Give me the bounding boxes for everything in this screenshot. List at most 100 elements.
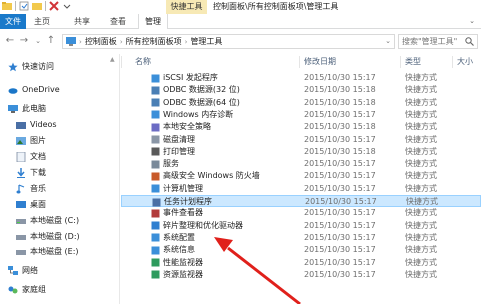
column-header-size[interactable]: 大小: [457, 56, 473, 68]
search-placeholder: 搜索"管理工具": [402, 37, 458, 46]
list-item[interactable]: 磁盘清理 2015/10/30 15:17 快捷方式: [121, 134, 481, 146]
drive-icon: [16, 216, 26, 226]
list-item[interactable]: 本地安全策略 2015/10/30 15:18 快捷方式: [121, 121, 481, 133]
shortcut-icon: [151, 135, 160, 144]
tab-view[interactable]: 查看: [106, 14, 130, 29]
item-date: 2015/10/30 15:17: [304, 257, 376, 267]
item-date: 2015/10/30 15:18: [304, 97, 376, 107]
item-name: ODBC 数据源(64 位): [163, 97, 240, 107]
separator: [15, 1, 16, 11]
item-name: 事件查看器: [163, 208, 203, 218]
item-name-cell: iSCSI 发起程序: [151, 72, 218, 84]
recent-locations-icon[interactable]: ⌄: [32, 35, 44, 47]
list-item[interactable]: 资源监视器 2015/10/30 15:17 快捷方式: [121, 269, 481, 281]
list-item[interactable]: iSCSI 发起程序 2015/10/30 15:17 快捷方式: [121, 72, 481, 84]
column-header-name[interactable]: 名称: [135, 56, 151, 68]
search-input[interactable]: 搜索"管理工具": [398, 34, 478, 49]
list-item[interactable]: 碎片整理和优化驱动器 2015/10/30 15:17 快捷方式: [121, 220, 481, 232]
expand-ribbon-icon[interactable]: ⌄: [469, 17, 475, 25]
item-name: 本地安全策略: [163, 122, 211, 132]
shortcut-icon: [151, 172, 160, 181]
download-icon: [16, 168, 26, 178]
breadcrumb-separator: ›: [119, 37, 123, 46]
title-bar: 快捷工具 控制面板\所有控制面板项\管理工具: [0, 0, 481, 14]
separator: [45, 1, 46, 11]
scroll-up-icon[interactable]: ▲: [110, 56, 115, 63]
computer-icon: [8, 104, 18, 114]
list-item[interactable]: 高级安全 Windows 防火墙 2015/10/30 15:17 快捷方式: [121, 170, 481, 182]
item-type: 快捷方式: [405, 220, 437, 230]
sidebar-item-quick-access[interactable]: 快速访问: [8, 60, 54, 74]
tab-home[interactable]: 主页: [30, 14, 54, 29]
item-date: 2015/10/30 15:17: [305, 197, 377, 206]
item-name: Windows 内存诊断: [163, 109, 234, 119]
list-item[interactable]: 系统配置 2015/10/30 15:17 快捷方式: [121, 232, 481, 244]
item-date: 2015/10/30 15:17: [304, 183, 376, 193]
item-date: 2015/10/30 15:17: [304, 159, 376, 169]
list-item[interactable]: ODBC 数据源(32 位) 2015/10/30 15:18 快捷方式: [121, 84, 481, 96]
column-separator: [452, 56, 453, 68]
breadcrumb-admin-tools[interactable]: 管理工具: [190, 36, 222, 47]
sidebar-item-pictures[interactable]: 图片: [16, 134, 46, 148]
sidebar-item-homegroup[interactable]: 家庭组: [8, 283, 46, 297]
tab-file[interactable]: 文件: [0, 14, 26, 29]
item-name: 碎片整理和优化驱动器: [163, 220, 243, 230]
forward-icon[interactable]: →: [18, 35, 30, 47]
list-item[interactable]: 任务计划程序 2015/10/30 15:17 快捷方式: [121, 195, 481, 207]
item-type: 快捷方式: [405, 269, 437, 279]
sidebar-item-drive-e[interactable]: 本地磁盘 (E:): [16, 245, 79, 259]
item-name-cell: 打印管理: [151, 146, 195, 158]
shortcut-icon: [151, 123, 160, 132]
item-name-cell: 系统信息: [151, 244, 195, 256]
sidebar-item-drive-c[interactable]: 本地磁盘 (C:): [16, 214, 79, 228]
item-date: 2015/10/30 15:17: [304, 232, 376, 242]
list-item[interactable]: 系统信息 2015/10/30 15:17 快捷方式: [121, 244, 481, 256]
column-header-type[interactable]: 类型: [405, 56, 421, 68]
ribbon-tabs: 文件 主页 共享 查看 管理 ⌄: [0, 14, 481, 29]
list-item[interactable]: 服务 2015/10/30 15:17 快捷方式: [121, 158, 481, 170]
sidebar-item-documents[interactable]: 文档: [16, 150, 46, 164]
list-item[interactable]: 事件查看器 2015/10/30 15:17 快捷方式: [121, 207, 481, 219]
address-dropdown-icon[interactable]: ⌄: [385, 37, 391, 45]
list-item[interactable]: Windows 内存诊断 2015/10/30 15:17 快捷方式: [121, 109, 481, 121]
item-name-cell: 事件查看器: [151, 207, 203, 219]
breadcrumb-control-panel[interactable]: 控制面板: [85, 36, 117, 47]
music-icon: [16, 184, 26, 194]
folder-icon[interactable]: [2, 1, 12, 11]
item-type: 快捷方式: [405, 159, 437, 169]
item-name-cell: 系统配置: [151, 232, 195, 244]
address-bar[interactable]: › 控制面板 › 所有控制面板项 › 管理工具 ⌄: [62, 34, 395, 49]
sidebar-item-drive-d[interactable]: 本地磁盘 (D:): [16, 230, 80, 244]
sidebar-item-this-pc[interactable]: 此电脑: [8, 102, 46, 116]
search-icon[interactable]: [465, 37, 474, 50]
sidebar-item-network[interactable]: 网络: [8, 264, 38, 278]
column-header-date[interactable]: 修改日期: [304, 56, 336, 68]
list-item[interactable]: ODBC 数据源(64 位) 2015/10/30 15:18 快捷方式: [121, 97, 481, 109]
item-date: 2015/10/30 15:17: [304, 134, 376, 144]
tab-share[interactable]: 共享: [70, 14, 94, 29]
up-icon[interactable]: ↑: [45, 35, 57, 47]
shortcut-icon: [151, 221, 160, 230]
sidebar-item-videos[interactable]: Videos: [16, 118, 57, 132]
item-date: 2015/10/30 15:17: [304, 171, 376, 181]
tab-manage[interactable]: 管理: [138, 14, 168, 29]
sidebar-item-downloads[interactable]: 下载: [16, 166, 46, 180]
item-name-cell: 本地安全策略: [151, 121, 211, 133]
list-item[interactable]: 计算机管理 2015/10/30 15:17 快捷方式: [121, 183, 481, 195]
back-icon[interactable]: ←: [4, 35, 16, 47]
address-row: ← → ⌄ ↑ › 控制面板 › 所有控制面板项 › 管理工具 ⌄ 搜索"管理工…: [0, 30, 481, 52]
video-icon: [16, 120, 26, 130]
breadcrumb-separator: ›: [184, 37, 188, 46]
new-folder-icon[interactable]: [32, 1, 42, 11]
sidebar-item-music[interactable]: 音乐: [16, 182, 46, 196]
properties-icon[interactable]: [19, 1, 29, 11]
item-type: 快捷方式: [405, 245, 437, 255]
list-item[interactable]: 性能监视器 2015/10/30 15:17 快捷方式: [121, 257, 481, 269]
sidebar-item-onedrive[interactable]: OneDrive: [8, 83, 60, 97]
breadcrumb-all-items[interactable]: 所有控制面板项: [126, 36, 182, 47]
shortcut-icon: [151, 98, 160, 107]
customize-qat-icon[interactable]: [62, 1, 72, 11]
list-item[interactable]: 打印管理 2015/10/30 15:18 快捷方式: [121, 146, 481, 158]
delete-icon[interactable]: [49, 1, 59, 11]
sidebar-item-desktop[interactable]: 桌面: [16, 198, 46, 212]
